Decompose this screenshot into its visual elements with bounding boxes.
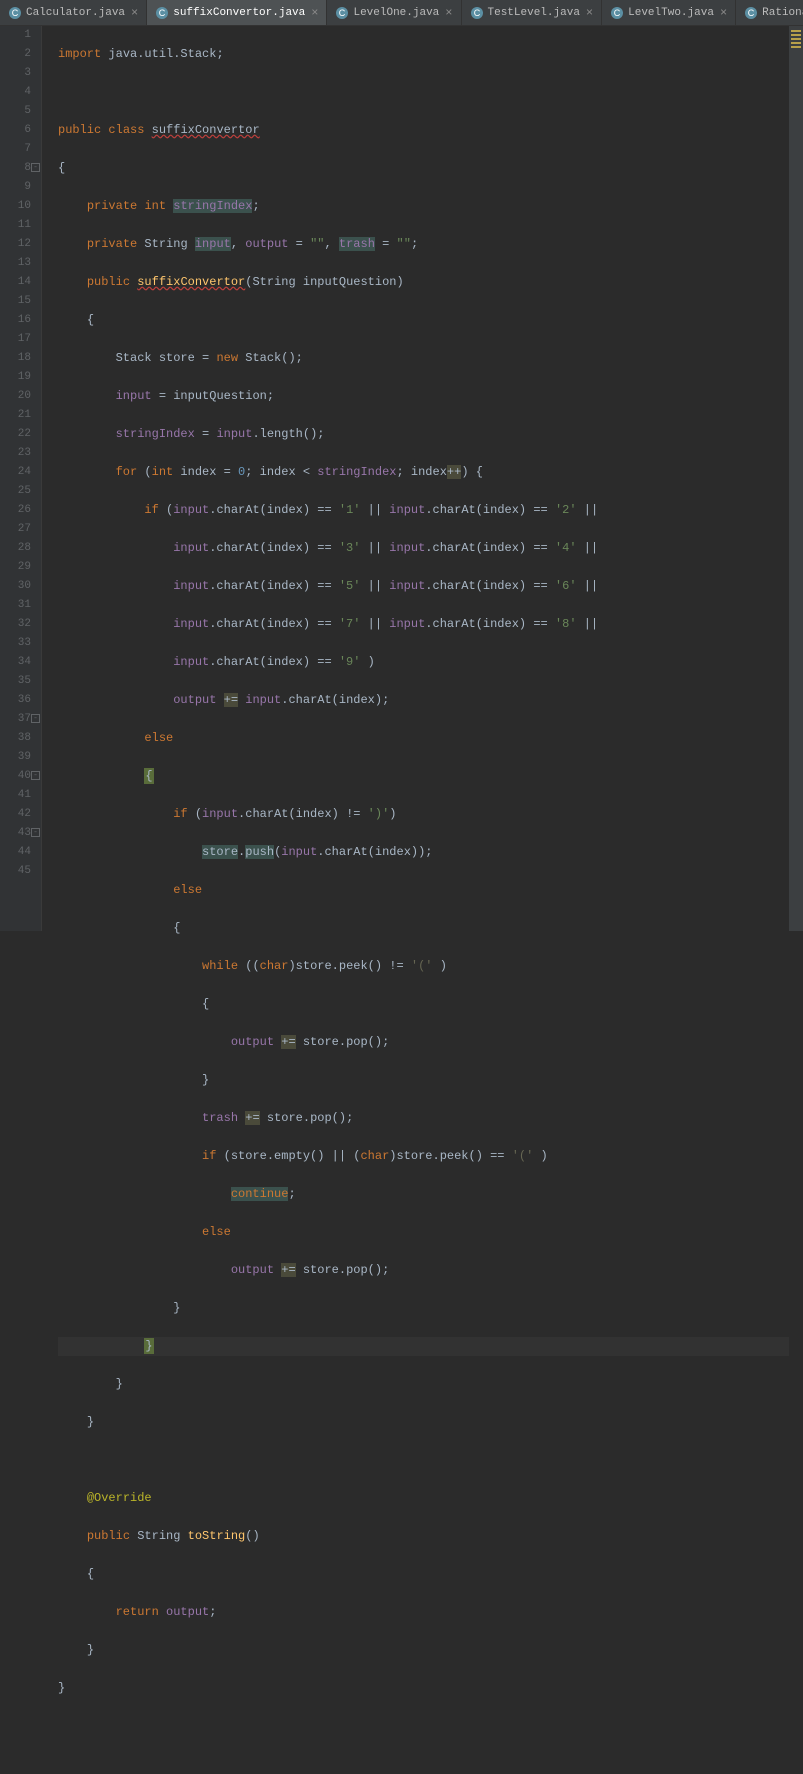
java-class-icon: C [744, 6, 758, 20]
close-icon[interactable]: × [720, 7, 727, 19]
svg-text:C: C [12, 8, 19, 18]
scroll-marker-warning[interactable] [791, 30, 801, 32]
tab-label: RationalNumbe [762, 7, 803, 19]
close-icon[interactable]: × [445, 7, 452, 19]
java-class-icon: C [155, 6, 169, 20]
fold-icon[interactable]: - [31, 771, 40, 780]
code-area[interactable]: import java.util.Stack; public class suf… [42, 26, 789, 931]
close-icon[interactable]: × [131, 7, 138, 19]
tab-rationalnumber[interactable]: C RationalNumbe [736, 0, 803, 25]
scroll-marker-warning[interactable] [791, 38, 801, 40]
tab-label: suffixConvertor.java [173, 7, 305, 19]
editor-area: 1 2 3 4 5 6 7 8- 9 10 11 12 13 14 15 16 … [0, 26, 803, 931]
svg-text:C: C [473, 8, 480, 18]
scroll-marker-warning[interactable] [791, 46, 801, 48]
svg-text:C: C [748, 8, 755, 18]
tab-leveltwo[interactable]: C LevelTwo.java × [602, 0, 736, 25]
close-icon[interactable]: × [311, 7, 318, 19]
java-class-icon: C [8, 6, 22, 20]
svg-text:C: C [159, 8, 166, 18]
tab-label: LevelTwo.java [628, 7, 714, 19]
tab-label: TestLevel.java [488, 7, 580, 19]
java-class-icon: C [335, 6, 349, 20]
close-icon[interactable]: × [586, 7, 593, 19]
tab-label: Calculator.java [26, 7, 125, 19]
tab-label: LevelOne.java [353, 7, 439, 19]
tab-levelone[interactable]: C LevelOne.java × [327, 0, 461, 25]
scroll-marker-warning[interactable] [791, 42, 801, 44]
svg-text:C: C [339, 8, 346, 18]
fold-icon[interactable]: - [31, 828, 40, 837]
tab-testlevel[interactable]: C TestLevel.java × [462, 0, 603, 25]
tab-calculator[interactable]: C Calculator.java × [0, 0, 147, 25]
scroll-marker-warning[interactable] [791, 34, 801, 36]
java-class-icon: C [470, 6, 484, 20]
editor-tabs: C Calculator.java × C suffixConvertor.ja… [0, 0, 803, 26]
fold-icon[interactable]: - [31, 714, 40, 723]
java-class-icon: C [610, 6, 624, 20]
tab-suffixconvertor[interactable]: C suffixConvertor.java × [147, 0, 327, 25]
fold-icon[interactable]: - [31, 163, 40, 172]
line-gutter[interactable]: 1 2 3 4 5 6 7 8- 9 10 11 12 13 14 15 16 … [0, 26, 42, 931]
svg-text:C: C [614, 8, 621, 18]
editor-scrollbar[interactable] [789, 26, 803, 931]
